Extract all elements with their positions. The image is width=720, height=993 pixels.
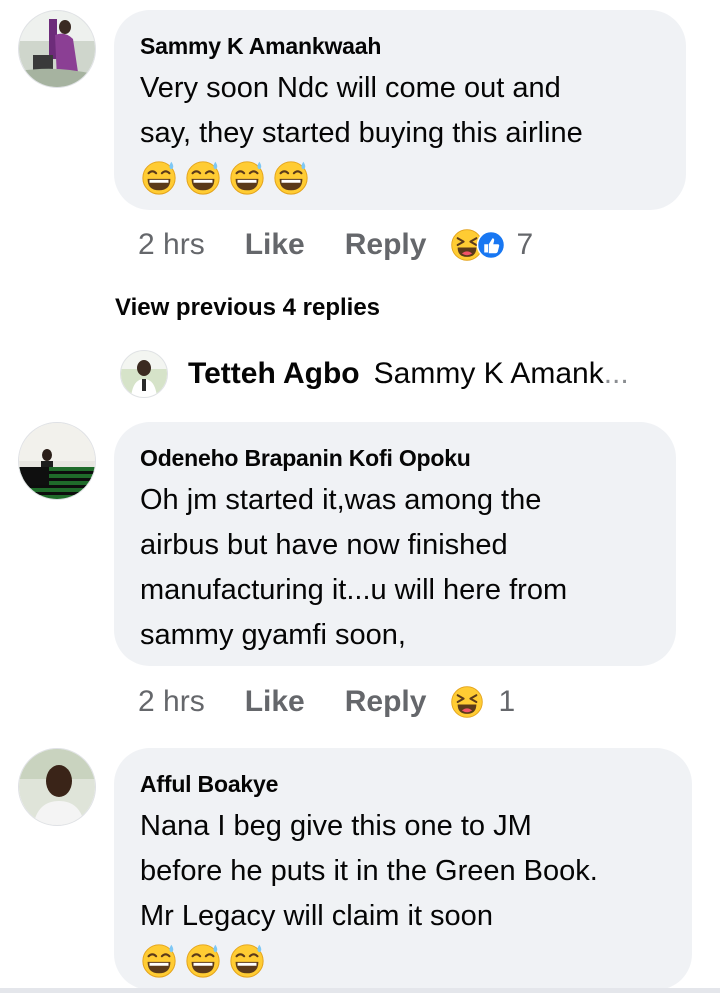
divider — [0, 988, 720, 993]
avatar-afful[interactable] — [18, 748, 96, 826]
avatar-odeneho[interactable] — [18, 422, 96, 500]
emoji-row — [140, 158, 660, 196]
reply-author[interactable]: Tetteh Agbo — [188, 357, 360, 391]
like-button[interactable]: Like — [245, 228, 305, 262]
reply-snippet: Sammy K Amank... — [373, 357, 629, 390]
grinning-sweat-icon — [228, 941, 266, 979]
timestamp[interactable]: 2 hrs — [138, 228, 205, 262]
comment-bubble: Afful Boakye Nana I beg give this one to… — [114, 748, 692, 990]
reactions-summary[interactable]: 7 — [450, 228, 533, 262]
grinning-sweat-icon — [140, 158, 178, 196]
timestamp[interactable]: 2 hrs — [138, 685, 205, 719]
comment-text: Nana I beg give this one to JM before he… — [140, 810, 598, 932]
view-previous-replies[interactable]: View previous 4 replies — [115, 294, 380, 322]
grinning-sweat-icon — [184, 158, 222, 196]
comment-author[interactable]: Odeneho Brapanin Kofi Opoku — [140, 444, 650, 472]
comment-author[interactable]: Sammy K Amankwaah — [140, 32, 660, 60]
reaction-count: 1 — [498, 685, 516, 718]
comment-author[interactable]: Afful Boakye — [140, 770, 666, 798]
avatar-tetteh[interactable] — [120, 350, 168, 398]
like-icon — [476, 230, 506, 260]
comment-bubble: Sammy K Amankwaah Very soon Ndc will com… — [114, 10, 686, 210]
comment-text: Very soon Ndc will come out and say, the… — [140, 72, 583, 149]
comment-actions: 2 hrs Like Reply 1 — [138, 685, 515, 719]
reply-button[interactable]: Reply — [345, 685, 427, 719]
reactions-summary[interactable]: 1 — [450, 685, 515, 719]
grinning-sweat-icon — [140, 941, 178, 979]
reply-preview[interactable]: Tetteh Agbo Sammy K Amank... — [120, 350, 629, 398]
grinning-sweat-icon — [272, 158, 310, 196]
like-button[interactable]: Like — [245, 685, 305, 719]
grinning-sweat-icon — [228, 158, 266, 196]
avatar-sammy[interactable] — [18, 10, 96, 88]
reaction-count: 7 — [516, 228, 534, 261]
comment-bubble: Odeneho Brapanin Kofi Opoku Oh jm starte… — [114, 422, 676, 666]
emoji-row — [140, 941, 666, 979]
comment-actions: 2 hrs Like Reply 7 — [138, 228, 533, 262]
reply-button[interactable]: Reply — [345, 228, 427, 262]
haha-icon — [450, 685, 484, 719]
grinning-sweat-icon — [184, 941, 222, 979]
comment-text: Oh jm started it,was among the airbus bu… — [140, 484, 568, 651]
